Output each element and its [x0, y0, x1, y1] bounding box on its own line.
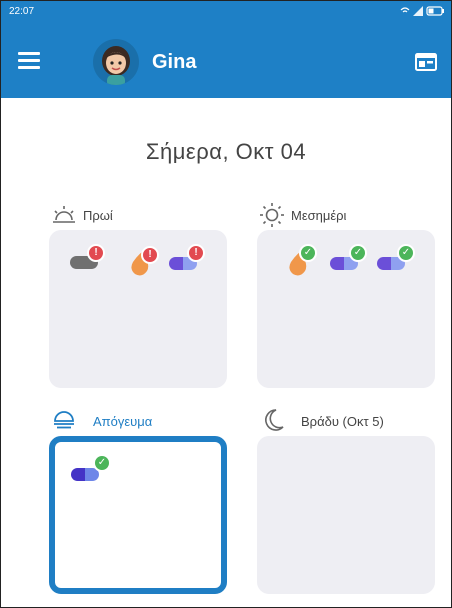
moon-icon	[263, 408, 285, 435]
morning-panel[interactable]: ! ! !	[49, 230, 227, 388]
period-afternoon-label: Απόγευμα	[93, 414, 153, 429]
app-bar: Gina	[1, 23, 451, 98]
date-title: Σήμερα, Οκτ 04	[145, 139, 307, 164]
period-morning-label: Πρωί	[83, 208, 113, 223]
calendar-icon[interactable]	[414, 52, 438, 72]
taken-check-icon: ✓	[93, 454, 111, 472]
pill-icon[interactable]	[71, 468, 99, 481]
status-bar: 22:07	[1, 1, 451, 23]
missed-badge-icon: !	[187, 244, 205, 262]
noon-panel[interactable]: ✓ ✓ ✓	[257, 230, 435, 388]
period-label-night: Βράδυ (Οκτ 5)	[263, 408, 433, 432]
app-screen: 22:07 Gina Σήμερα, Οκτ 04 Πρωί Μεσημέρι …	[0, 0, 452, 608]
period-night-label: Βράδυ (Οκτ 5)	[301, 414, 384, 429]
avatar[interactable]	[93, 39, 139, 85]
menu-icon[interactable]	[18, 51, 40, 71]
sunrise-icon	[51, 204, 77, 229]
taken-check-icon: ✓	[299, 244, 317, 262]
period-label-afternoon[interactable]: Απόγευμα	[51, 410, 201, 434]
status-time: 22:07	[9, 6, 35, 17]
sunset-icon	[51, 410, 77, 435]
missed-badge-icon: !	[141, 246, 159, 264]
period-label-morning: Πρωί	[51, 204, 171, 228]
missed-badge-icon: !	[87, 244, 105, 262]
taken-check-icon: ✓	[349, 244, 367, 262]
sun-icon	[259, 202, 285, 231]
status-icons	[399, 5, 445, 20]
night-panel[interactable]	[257, 436, 435, 594]
user-name: Gina	[152, 51, 197, 73]
taken-check-icon: ✓	[397, 244, 415, 262]
period-noon-label: Μεσημέρι	[291, 208, 347, 223]
period-label-noon: Μεσημέρι	[259, 202, 409, 227]
afternoon-panel[interactable]: ✓	[49, 436, 227, 594]
